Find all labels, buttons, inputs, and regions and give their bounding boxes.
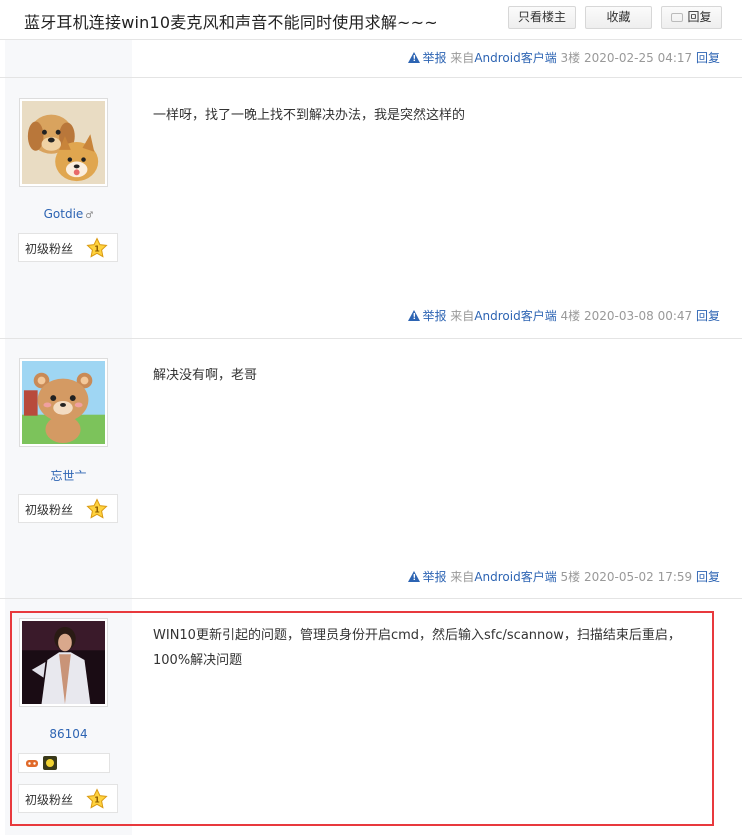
warning-icon (408, 310, 421, 321)
username-text: 忘世亠 (50, 469, 87, 483)
floor-number: 4楼 (560, 309, 581, 323)
post-time: 2020-05-02 17:59 (584, 570, 693, 584)
post-reply-link[interactable]: 回复 (696, 309, 720, 323)
username[interactable]: Gotdie ♂ (5, 207, 132, 221)
report-link[interactable]: 举报 (422, 570, 446, 584)
username-text: Gotdie (43, 207, 84, 221)
reply-button-label: 回复 (687, 10, 712, 24)
level-label: 初级粉丝 (25, 503, 74, 517)
bear-avatar-image (22, 361, 105, 444)
post-floor-5: 忘世亠 初级粉丝 1 解决没有啊，老哥 举报 来自Android客户端 5楼 2… (0, 339, 742, 599)
source-link[interactable]: Android客户端 (474, 51, 556, 65)
dog-avatar-image (22, 101, 105, 184)
source-link[interactable]: Android客户端 (474, 309, 556, 323)
reply-button[interactable]: 回复 (661, 6, 722, 29)
post-tail: 举报 来自Android客户端 3楼 2020-02-25 04:17 回复 (408, 49, 720, 66)
source-prefix: 来自 (450, 51, 475, 65)
avatar[interactable] (19, 358, 108, 447)
username[interactable]: 忘世亠 (5, 467, 132, 484)
post-floor-4: Gotdie ♂ 初级粉丝 1 一样呀，找了一晚上找不到解决办法，我是突然这样的 … (0, 78, 742, 339)
only-op-button[interactable]: 只看楼主 (508, 6, 576, 29)
level-badge[interactable]: 初级粉丝 1 (18, 494, 118, 523)
source-link[interactable]: Android客户端 (474, 570, 556, 584)
thread-title: 蓝牙耳机连接win10麦克风和声音不能同时使用求解~~~ (24, 13, 438, 32)
highlight-box (10, 611, 714, 826)
level-badge[interactable]: 初级粉丝 1 (18, 233, 118, 262)
level-number: 1 (94, 245, 100, 254)
comment-icon (671, 13, 684, 22)
post-tail: 举报 来自Android客户端 4楼 2020-03-08 00:47 回复 (408, 307, 720, 324)
floor-number: 5楼 (560, 570, 581, 584)
post-reply-link[interactable]: 回复 (696, 570, 720, 584)
level-number: 1 (94, 506, 100, 515)
post-floor-3: 举报 来自Android客户端 3楼 2020-02-25 04:17 回复 (0, 40, 742, 78)
post-content: 解决没有啊，老哥 (153, 368, 258, 383)
warning-icon (408, 571, 421, 582)
report-link[interactable]: 举报 (422, 309, 446, 323)
level-star-icon: 1 (86, 237, 108, 258)
floor-number: 3楼 (560, 51, 581, 65)
source-prefix: 来自 (450, 309, 475, 323)
report-link[interactable]: 举报 (422, 51, 446, 65)
post-tail: 举报 来自Android客户端 5楼 2020-05-02 17:59 回复 (408, 568, 720, 585)
thread-header: 蓝牙耳机连接win10麦克风和声音不能同时使用求解~~~ 只看楼主 收藏 回复 (0, 0, 742, 40)
favorite-button[interactable]: 收藏 (585, 6, 652, 29)
post-content: 一样呀，找了一晚上找不到解决办法，我是突然这样的 (153, 108, 466, 123)
level-star-icon: 1 (86, 498, 108, 519)
post-reply-link[interactable]: 回复 (696, 51, 720, 65)
source-prefix: 来自 (450, 570, 475, 584)
level-label: 初级粉丝 (25, 242, 74, 256)
post-time: 2020-02-25 04:17 (584, 51, 693, 65)
post-time: 2020-03-08 00:47 (584, 309, 693, 323)
avatar[interactable] (19, 98, 108, 187)
male-icon: ♂ (85, 211, 94, 221)
post-sidebar (5, 40, 132, 77)
warning-icon (408, 52, 421, 63)
